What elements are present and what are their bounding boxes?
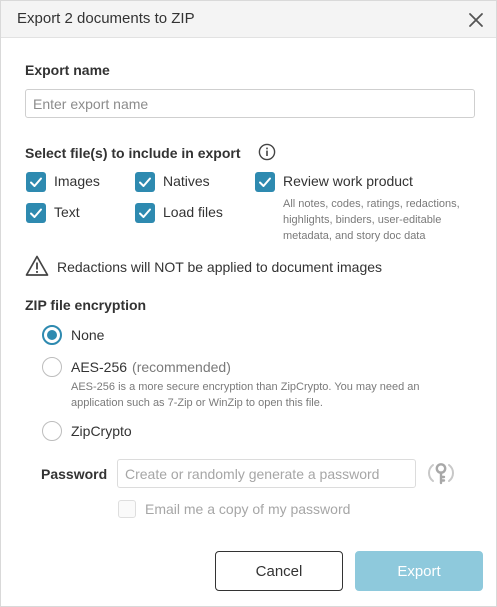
redaction-warning: Redactions will NOT be applied to docume… — [25, 254, 465, 278]
close-icon — [469, 13, 483, 27]
info-icon[interactable] — [258, 143, 276, 161]
dialog-title: Export 2 documents to ZIP — [17, 10, 195, 27]
checkmark-icon — [259, 177, 271, 187]
password-label: Password — [41, 466, 108, 482]
warning-text: Redactions will NOT be applied to docume… — [57, 259, 383, 275]
generate-password-button[interactable] — [427, 459, 455, 487]
review-work-product-help: All notes, codes, ratings, redactions, h… — [283, 196, 488, 244]
help-line: highlights, binders, user-editable — [283, 214, 442, 226]
recommended-note: (recommended) — [132, 359, 231, 375]
encryption-label: ZIP file encryption — [25, 297, 147, 313]
cancel-button[interactable]: Cancel — [215, 551, 343, 591]
radio-selected[interactable] — [42, 325, 62, 345]
checkbox-natives[interactable]: Natives — [135, 172, 235, 194]
radio-label-zipcrypto: ZipCrypto — [71, 423, 132, 439]
select-files-label: Select file(s) to include in export — [25, 145, 241, 161]
email-password-label: Email me a copy of my password — [145, 501, 351, 517]
checkmark-icon — [139, 208, 151, 218]
checkmark-icon — [30, 177, 42, 187]
radio-zipcrypto[interactable]: ZipCrypto — [42, 421, 162, 443]
checkbox-review-work-product[interactable]: Review work product — [255, 172, 455, 194]
checkbox-checked[interactable] — [135, 203, 155, 223]
checkbox-images[interactable]: Images — [26, 172, 126, 194]
help-line: application such as 7-Zip or WinZip to o… — [71, 397, 323, 409]
email-password-option[interactable]: Email me a copy of my password — [118, 499, 438, 519]
export-name-label: Export name — [25, 62, 110, 78]
checkbox-checked[interactable] — [135, 172, 155, 192]
checkbox-text[interactable]: Text — [26, 203, 126, 225]
radio-aes-256[interactable]: AES-256 (recommended) — [42, 357, 282, 379]
export-button[interactable]: Export — [355, 551, 483, 591]
aes-label: AES-256 — [71, 359, 128, 375]
key-icon — [428, 463, 454, 485]
checkmark-icon — [139, 177, 151, 187]
checkbox-label-review-work-product: Review work product — [283, 173, 413, 189]
help-line: All notes, codes, ratings, redactions, — [283, 198, 460, 210]
checkbox-label-text: Text — [54, 204, 80, 220]
email-password-checkbox[interactable] — [118, 500, 136, 518]
checkmark-icon — [30, 208, 42, 218]
close-button[interactable] — [467, 11, 485, 29]
checkbox-load-files[interactable]: Load files — [135, 203, 245, 225]
checkbox-label-load-files: Load files — [163, 204, 223, 220]
checkbox-checked[interactable] — [255, 172, 275, 192]
warning-icon — [25, 255, 49, 276]
password-input[interactable] — [117, 459, 416, 488]
dialog-header: Export 2 documents to ZIP — [1, 1, 496, 38]
export-name-input[interactable] — [25, 89, 475, 118]
radio-none[interactable]: None — [42, 325, 142, 347]
radio-unselected[interactable] — [42, 421, 62, 441]
checkbox-label-images: Images — [54, 173, 100, 189]
help-line: metadata, and story doc data — [283, 230, 426, 242]
aes-256-help: AES-256 is a more secure encryption than… — [71, 379, 491, 411]
export-dialog: Export 2 documents to ZIP Export name Se… — [0, 0, 497, 607]
checkbox-checked[interactable] — [26, 172, 46, 192]
radio-unselected[interactable] — [42, 357, 62, 377]
radio-label-none: None — [71, 327, 105, 343]
radio-label-aes-256: AES-256 (recommended) — [71, 359, 231, 375]
help-line: AES-256 is a more secure encryption than… — [71, 381, 420, 393]
checkbox-label-natives: Natives — [163, 173, 210, 189]
checkbox-checked[interactable] — [26, 203, 46, 223]
